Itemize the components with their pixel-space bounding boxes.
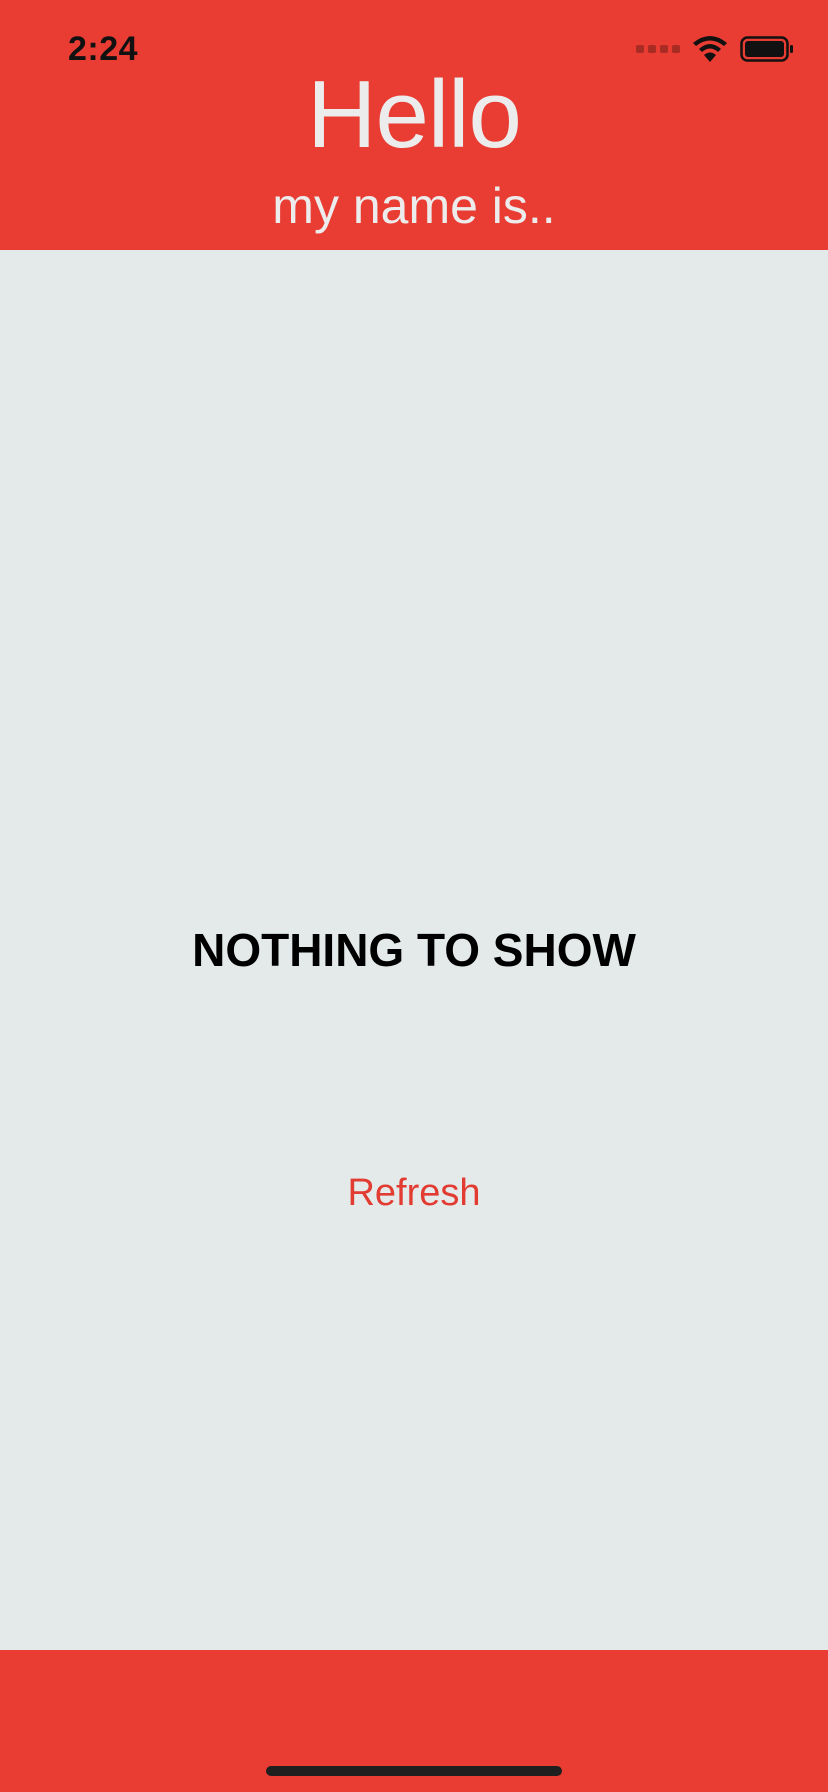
page-subtitle: my name is.. xyxy=(272,178,556,234)
app-header: 2:24 Hello my name is.. xyxy=(0,0,828,250)
cellular-signal-icon xyxy=(636,45,680,53)
battery-icon xyxy=(740,36,793,62)
refresh-button[interactable]: Refresh xyxy=(314,1166,514,1220)
empty-state-message: NOTHING TO SHOW xyxy=(192,924,636,976)
page-title: Hello xyxy=(307,61,522,168)
home-indicator[interactable] xyxy=(266,1766,562,1776)
wifi-icon xyxy=(693,36,727,62)
